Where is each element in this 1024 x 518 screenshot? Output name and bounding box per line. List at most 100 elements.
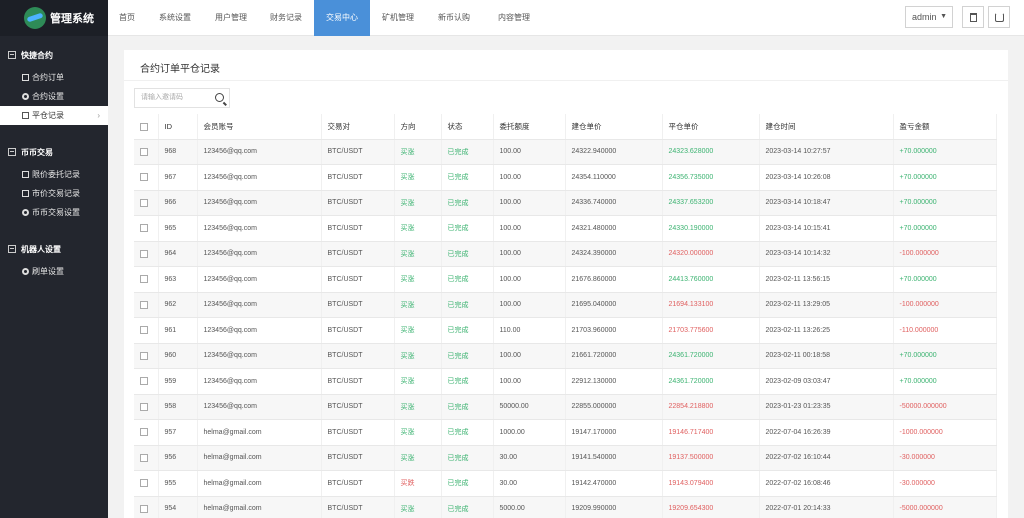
user-name: admin [912,12,937,22]
table-row: 959 123456@qq.com BTC/USDT 买涨 已完成 100.00 22912… [134,368,997,395]
sidebar-item[interactable]: 合约订单 [0,68,108,87]
row-select-cell[interactable] [134,164,159,191]
row-checkbox[interactable] [140,504,148,513]
table-cell: 24361.720000 [662,368,760,395]
table-cell: 24330.190000 [662,215,760,242]
clear-cache-button[interactable] [962,6,984,28]
table-row: 960 123456@qq.com BTC/USDT 买涨 已完成 100.00 21661… [134,343,997,369]
row-checkbox[interactable] [140,249,148,258]
table-cell: 1000.00 [493,419,566,446]
nav-tab[interactable]: 内容管理 [482,0,546,36]
table-cell: -110.000000 [893,317,997,344]
table-cell: 962 [158,292,198,318]
menu-group-label: 快捷合约 [21,50,53,60]
row-checkbox[interactable] [140,351,148,360]
row-checkbox[interactable] [140,300,148,309]
sidebar-item-label: 限价委托记录 [32,170,80,179]
table-cell: 2023-03-14 10:14:32 [759,241,894,267]
row-checkbox[interactable] [140,326,148,335]
row-checkbox[interactable] [140,275,148,284]
table-cell: 买跌 [394,470,442,497]
nav-tab[interactable]: 用户管理 [204,0,258,36]
nav-tab[interactable]: 系统设置 [146,0,204,36]
table-cell: 已完成 [441,368,494,395]
table-cell: 24413.760000 [662,266,760,293]
row-select-cell[interactable] [134,139,159,165]
table-cell: 954 [158,496,198,518]
user-dropdown[interactable]: admin ▼ [905,6,953,28]
row-checkbox[interactable] [140,224,148,233]
search-icon[interactable] [215,93,224,102]
row-checkbox[interactable] [140,198,148,207]
row-checkbox[interactable] [140,453,148,462]
table-cell: 2023-02-11 13:29:05 [759,292,894,318]
table-cell: 100.00 [493,343,566,369]
content-card: 合约订单平仓记录 请输入邀请码 ID 会员账号 交易对 方向 状态 委托额度 建仓单价 平仓单… [124,50,1008,518]
nav-tab[interactable]: 首页 [108,0,146,36]
menu-group-label: 币币交易 [21,147,53,157]
menu-group-title[interactable]: 币币交易 [0,139,108,165]
nav-tab[interactable]: 交易中心 [314,0,370,36]
refresh-icon [995,13,1004,22]
sidebar-item[interactable]: 限价委托记录 [0,165,108,184]
sidebar-item[interactable]: 市价交易记录 [0,184,108,203]
row-select-cell[interactable] [134,394,159,420]
table-cell: 123456@qq.com [197,164,322,191]
table-cell: 已完成 [441,419,494,446]
row-checkbox[interactable] [140,402,148,411]
nav-tab[interactable]: 矿机管理 [370,0,426,36]
nav-tab[interactable]: 财务记录 [258,0,314,36]
table-cell: 967 [158,164,198,191]
menu-group-title[interactable]: 机器人设置 [0,236,108,262]
row-select-cell[interactable] [134,266,159,293]
row-select-cell[interactable] [134,343,159,369]
select-all-checkbox[interactable] [140,122,148,131]
table-row: 965 123456@qq.com BTC/USDT 买涨 已完成 100.00 24321… [134,215,997,242]
row-checkbox[interactable] [140,173,148,182]
nav-tab[interactable]: 新币认购 [426,0,482,36]
table-cell: BTC/USDT [321,368,395,395]
table-cell: 已完成 [441,266,494,293]
row-checkbox[interactable] [140,147,148,156]
sidebar-item[interactable]: 币币交易设置 [0,203,108,222]
table-row: 967 123456@qq.com BTC/USDT 买涨 已完成 100.00 24354… [134,164,997,191]
table-cell: BTC/USDT [321,164,395,191]
table-cell: 19143.079400 [662,470,760,497]
row-select-cell[interactable] [134,215,159,242]
table-cell: 2023-03-14 10:26:08 [759,164,894,191]
table-cell: BTC/USDT [321,445,395,471]
table-cell: +70.000000 [893,343,997,369]
table-cell: 买涨 [394,317,442,344]
row-select-cell[interactable] [134,317,159,344]
sidebar-item[interactable]: 平仓记录 › [0,106,108,125]
row-select-cell[interactable] [134,241,159,267]
table-row: 963 123456@qq.com BTC/USDT 买涨 已完成 100.00 21676… [134,266,997,293]
refresh-button[interactable] [988,6,1010,28]
row-select-cell[interactable] [134,368,159,395]
table-cell: 2023-02-11 13:56:15 [759,266,894,293]
row-select-cell[interactable] [134,470,159,497]
table-cell: 30.00 [493,470,566,497]
table-cell: 21703.960000 [565,317,663,344]
table-cell: 已完成 [441,445,494,471]
row-checkbox[interactable] [140,377,148,386]
table-cell: 956 [158,445,198,471]
column-header: 委托额度 [493,114,566,140]
row-select-cell[interactable] [134,445,159,471]
sidebar-item[interactable]: 刷单设置 [0,262,108,281]
row-checkbox[interactable] [140,428,148,437]
sidebar-item[interactable]: 合约设置 [0,87,108,106]
menu-group-title[interactable]: 快捷合约 [0,42,108,68]
row-select-cell[interactable] [134,190,159,216]
table-cell: 已完成 [441,139,494,165]
select-all-cell[interactable] [134,114,159,140]
table-cell: helma@gmail.com [197,419,322,446]
table-cell: 955 [158,470,198,497]
search-input[interactable]: 请输入邀请码 [134,88,230,108]
row-select-cell[interactable] [134,292,159,318]
table-cell: BTC/USDT [321,343,395,369]
row-select-cell[interactable] [134,496,159,518]
row-select-cell[interactable] [134,419,159,446]
row-checkbox[interactable] [140,479,148,488]
